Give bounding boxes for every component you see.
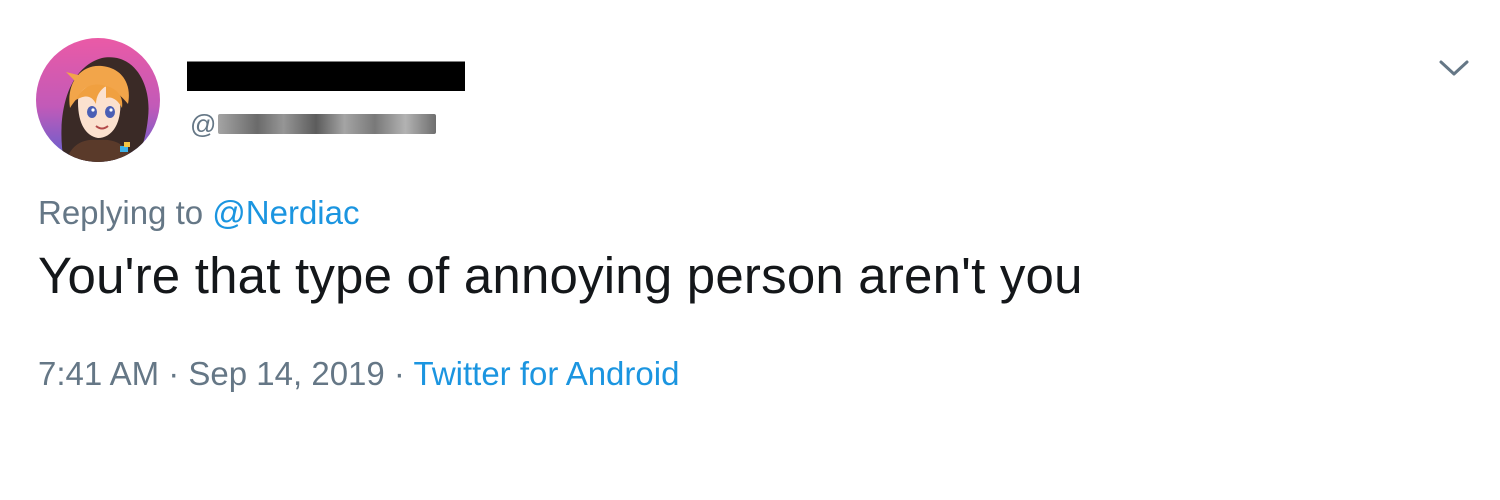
- chevron-down-icon: [1439, 60, 1469, 76]
- username-prefix: @: [190, 109, 217, 139]
- replying-to-label: Replying to: [38, 194, 213, 231]
- tweet-text: You're that type of annoying person aren…: [38, 247, 1083, 304]
- redacted-username: [218, 114, 437, 134]
- anime-avatar-icon: [36, 38, 160, 162]
- tweet-date[interactable]: Sep 14, 2019: [188, 355, 384, 392]
- meta-separator: ·: [159, 355, 189, 392]
- tweet-meta: 7:41 AM · Sep 14, 2019 · Twitter for And…: [38, 355, 679, 393]
- tweet-source-link[interactable]: Twitter for Android: [413, 355, 679, 392]
- replying-to: Replying to @Nerdiac: [38, 194, 359, 232]
- tweet-time[interactable]: 7:41 AM: [38, 355, 159, 392]
- avatar[interactable]: [36, 38, 160, 162]
- redacted-display-name: [187, 61, 465, 91]
- username[interactable]: @: [190, 107, 437, 141]
- tweet-menu-button[interactable]: [1437, 54, 1471, 82]
- reply-mention-link[interactable]: @Nerdiac: [212, 194, 359, 231]
- tweet-card: @ Replying to @Nerdiac You're that type …: [0, 0, 1500, 500]
- display-name[interactable]: [187, 58, 465, 92]
- meta-separator: ·: [384, 355, 414, 392]
